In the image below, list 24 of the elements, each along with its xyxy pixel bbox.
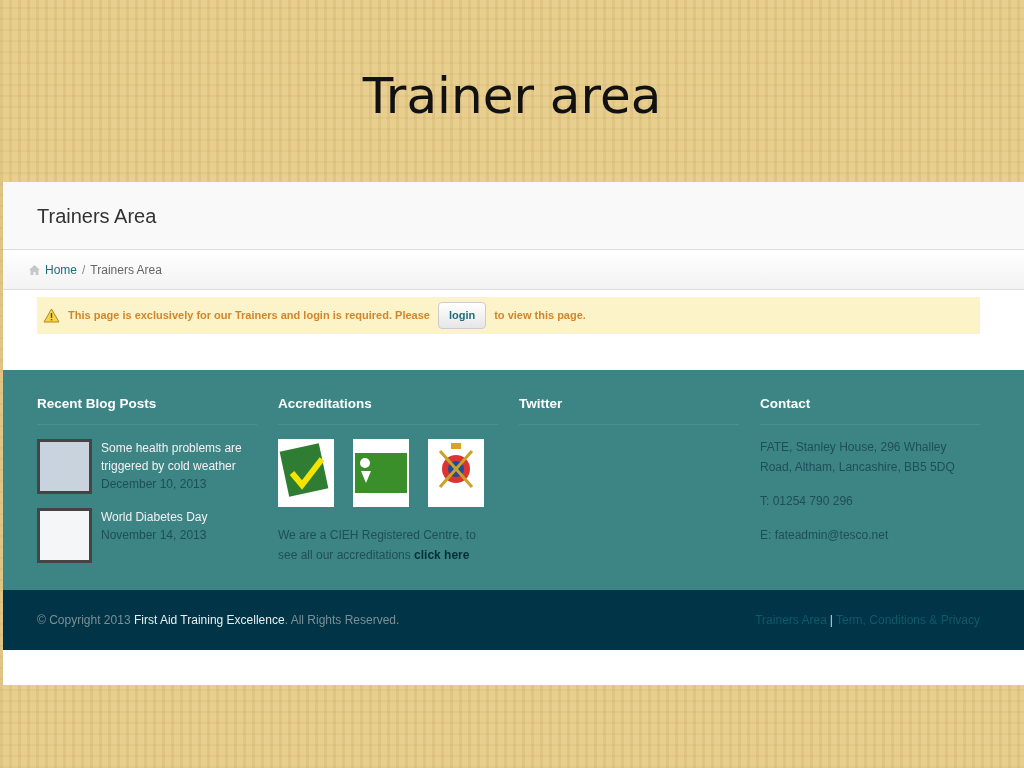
alert-text: This page is exclusively for our Trainers and login is required. Please bbox=[68, 308, 430, 324]
link-separator: | bbox=[829, 612, 833, 629]
footer-heading: Recent Blog Posts bbox=[37, 396, 257, 426]
copyright-text: © Copyright 2013 First Aid Training Excellence. All Rights Reserved. bbox=[37, 612, 400, 629]
photo-placeholder bbox=[37, 508, 92, 564]
footer-heading: Twitter bbox=[519, 396, 739, 426]
breadcrumb-separator: / bbox=[82, 261, 86, 279]
breadcrumb-link[interactable]: Home bbox=[45, 260, 77, 279]
blog-post-link[interactable]: Some health problems are triggered by cold weather bbox=[101, 439, 257, 476]
click-here-link[interactable]: click here bbox=[414, 548, 470, 563]
blog-post-link[interactable]: World Diabetes Day bbox=[101, 508, 208, 527]
home-icon bbox=[29, 264, 40, 275]
login-button[interactable]: login bbox=[437, 302, 487, 329]
slide-title: Trainer area bbox=[362, 66, 662, 126]
breadcrumb-current: Trainers Area bbox=[90, 261, 162, 279]
accreditation-logo[interactable] bbox=[428, 439, 484, 508]
warning-icon bbox=[43, 308, 60, 323]
footer-heading: Contact bbox=[760, 396, 980, 426]
page-title: Trainers Area bbox=[37, 203, 157, 228]
accreditation-logo[interactable] bbox=[278, 439, 334, 508]
photo-placeholder bbox=[37, 439, 92, 495]
alert-text: to view this page. bbox=[494, 308, 586, 324]
accreditation-logo[interactable] bbox=[353, 439, 409, 508]
footer-heading: Accreditations bbox=[278, 396, 498, 426]
